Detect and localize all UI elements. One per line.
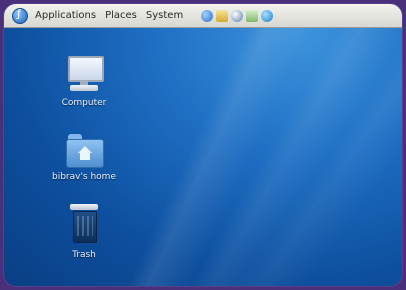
top-panel: Applications Places System xyxy=(4,4,402,28)
house-roof xyxy=(78,146,92,153)
menu-system[interactable]: System xyxy=(144,9,185,22)
monitor-base xyxy=(70,85,98,91)
globe-icon[interactable] xyxy=(201,9,214,22)
house-icon xyxy=(78,146,92,160)
document-icon[interactable] xyxy=(246,9,259,22)
monitor-screen xyxy=(68,56,104,82)
desktop-icon-label: bibrav's home xyxy=(51,172,116,182)
desktop-icon-trash[interactable]: Trash xyxy=(29,202,139,260)
house-walls xyxy=(80,153,90,160)
mail-icon[interactable] xyxy=(216,9,229,22)
help-icon[interactable] xyxy=(261,9,274,22)
desktop-frame: Applications Places System Computer xyxy=(4,4,402,286)
fedora-foot-icon[interactable] xyxy=(12,7,28,24)
menu-applications[interactable]: Applications xyxy=(33,9,98,22)
menu-places[interactable]: Places xyxy=(103,9,139,22)
trash-can xyxy=(73,211,97,243)
panel-launchers xyxy=(201,9,274,22)
main-menu: Applications Places System xyxy=(12,7,185,24)
web-browser-icon[interactable] xyxy=(231,9,244,22)
home-folder-icon xyxy=(64,132,104,168)
desktop-icon-home[interactable]: bibrav's home xyxy=(29,132,139,182)
computer-icon xyxy=(64,54,104,94)
trash-icon xyxy=(64,202,104,246)
desktop-icon-label: Computer xyxy=(61,98,107,108)
trash-lid xyxy=(70,204,98,210)
desktop-icon-label: Trash xyxy=(72,250,96,260)
desktop-icon-computer[interactable]: Computer xyxy=(29,54,139,108)
